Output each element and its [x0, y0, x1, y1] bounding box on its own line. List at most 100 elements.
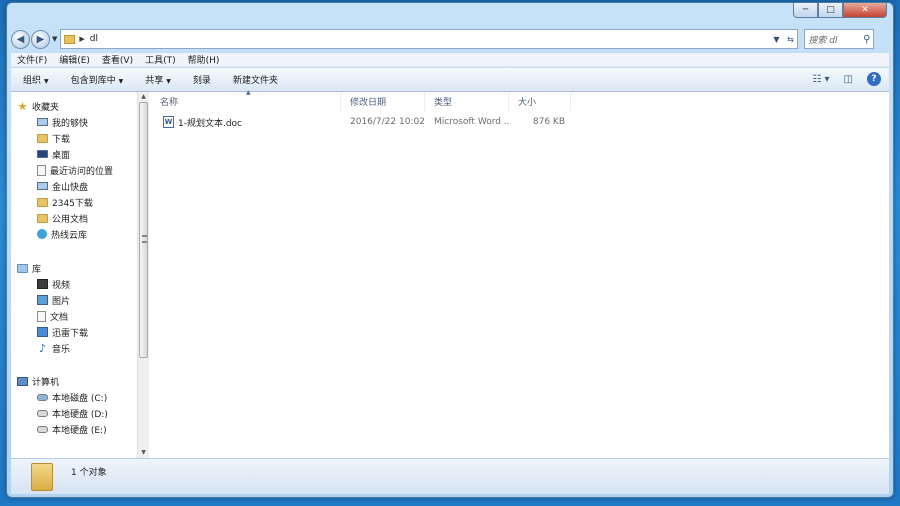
- recent-places-icon: [37, 164, 46, 176]
- nav-scrollbar[interactable]: ▲ ▼: [137, 92, 149, 458]
- menu-view[interactable]: 查看(V): [102, 53, 133, 66]
- nav-item-label: 文档: [50, 312, 69, 323]
- document-icon: [37, 310, 46, 322]
- video-icon: [37, 279, 48, 289]
- column-type[interactable]: 类型: [425, 92, 509, 111]
- nav-item-videos[interactable]: 视频: [11, 276, 88, 292]
- chevron-right-icon[interactable]: ▶: [79, 35, 84, 43]
- nav-item-drive-d[interactable]: 本地硬盘 (D:): [11, 405, 108, 421]
- folder-icon: [31, 462, 53, 491]
- nav-item-music[interactable]: ♪ 音乐: [11, 340, 88, 356]
- menu-bar: 文件(F) 编辑(E) 查看(V) 工具(T) 帮助(H): [11, 53, 889, 67]
- libraries-title: 库: [32, 264, 42, 275]
- column-headers: 名称 ▲ 修改日期 类型 大小: [151, 89, 571, 111]
- grip-icon: [142, 235, 147, 243]
- recent-pages-dropdown[interactable]: ▼: [52, 35, 57, 43]
- kuaipan-icon: [37, 182, 48, 190]
- share-label: 共享: [145, 76, 164, 86]
- burn-button[interactable]: 刻录: [193, 73, 211, 86]
- nav-item-label: 本地磁盘 (C:): [52, 393, 108, 404]
- include-in-library-label: 包含到库中: [70, 76, 116, 86]
- refresh-icon[interactable]: ⇆: [783, 35, 797, 44]
- maximize-button[interactable]: □: [818, 3, 843, 18]
- sort-ascending-icon: ▲: [246, 89, 251, 96]
- nav-item-documents[interactable]: 文档: [11, 308, 88, 324]
- new-folder-button[interactable]: 新建文件夹: [233, 73, 278, 86]
- favorites-title: 收藏夹: [32, 102, 60, 113]
- menu-edit[interactable]: 编辑(E): [59, 53, 90, 66]
- share-button[interactable]: 共享 ▼: [145, 73, 171, 86]
- search-placeholder[interactable]: 搜索 dl: [808, 33, 837, 46]
- nav-item-label: 2345下载: [52, 198, 93, 209]
- thunder-download-icon: [37, 327, 48, 337]
- chevron-down-icon[interactable]: ▼: [769, 35, 783, 44]
- nav-item-2345-downloads[interactable]: 2345下载: [11, 194, 113, 210]
- back-button[interactable]: ◀: [11, 29, 30, 49]
- organize-label: 组织: [23, 76, 42, 86]
- nav-item-label: 公用文档: [52, 214, 89, 225]
- folder-icon: [37, 213, 48, 223]
- minimize-button[interactable]: ─: [793, 3, 818, 18]
- scroll-up-icon[interactable]: ▲: [138, 92, 149, 102]
- nav-item-thunder-downloads[interactable]: 迅雷下载: [11, 324, 88, 340]
- file-list: 名称 ▲ 修改日期 类型 大小 W 1-规划文本.doc 2016/7/22 1…: [151, 89, 889, 458]
- nav-item-pictures[interactable]: 图片: [11, 292, 88, 308]
- library-icon: [17, 263, 28, 273]
- forward-button[interactable]: ▶: [31, 29, 50, 49]
- computer-header[interactable]: 计算机: [11, 373, 108, 389]
- libraries-header[interactable]: 库: [11, 260, 88, 276]
- drive-icon: [37, 409, 48, 417]
- nav-item-public-documents[interactable]: 公用文档: [11, 210, 113, 226]
- column-date[interactable]: 修改日期: [341, 92, 425, 111]
- item-count: 1 个对象: [71, 468, 107, 478]
- preview-pane-icon[interactable]: ◫: [844, 74, 853, 85]
- chevron-down-icon: ▼: [118, 78, 124, 85]
- address-bar[interactable]: ▶ dl ▼ ⇆: [60, 29, 799, 49]
- nav-item-kuaipan[interactable]: 金山快盘: [11, 178, 113, 194]
- file-name-cell[interactable]: W 1-规划文本.doc: [151, 116, 341, 129]
- nav-item-drive-c[interactable]: 本地磁盘 (C:): [11, 389, 108, 405]
- computer-group: 计算机 本地磁盘 (C:) 本地硬盘 (D:) 本地硬盘 (E:): [11, 373, 108, 437]
- nav-item-label: 迅雷下载: [52, 328, 89, 339]
- file-size: 876 KB: [532, 117, 565, 127]
- column-size[interactable]: 大小: [509, 92, 571, 111]
- command-bar: 组织 ▼ 包含到库中 ▼ 共享 ▼ 刻录 新建文件夹 ☷ ▾ ◫ ?: [11, 68, 889, 92]
- menu-tools[interactable]: 工具(T): [145, 53, 176, 66]
- computer-icon: [17, 376, 28, 386]
- include-in-library-button[interactable]: 包含到库中 ▼: [71, 73, 124, 86]
- chevron-down-icon: ▼: [166, 78, 171, 85]
- column-name[interactable]: 名称 ▲: [151, 89, 341, 111]
- view-controls: ☷ ▾ ◫ ?: [798, 72, 881, 86]
- picture-icon: [37, 295, 48, 305]
- cloud-icon: [37, 229, 47, 239]
- favorites-group: ★ 收藏夹 我的够快 下载 桌面 最近访问的位置 金山快盘 2345下载 公用文…: [11, 98, 113, 242]
- nav-item-desktop[interactable]: 桌面: [11, 146, 113, 162]
- file-name: 1-规划文本.doc: [178, 118, 243, 129]
- file-row[interactable]: W 1-规划文本.doc 2016/7/22 10:02 Microsoft W…: [151, 114, 571, 130]
- scroll-thumb[interactable]: [139, 102, 148, 358]
- nav-item-label: 音乐: [52, 344, 71, 355]
- nav-item-rexian-cloud[interactable]: 热线云库: [11, 226, 113, 242]
- search-icon[interactable]: ⚲: [863, 34, 870, 45]
- favorites-header[interactable]: ★ 收藏夹: [11, 98, 113, 114]
- search-input[interactable]: 搜索 dl ⚲: [804, 29, 875, 49]
- view-options-icon[interactable]: ☷ ▾: [812, 74, 829, 85]
- nav-item-label: 我的够快: [52, 118, 89, 129]
- nav-item-label: 下载: [52, 134, 71, 145]
- nav-item-wodegoukuai[interactable]: 我的够快: [11, 114, 113, 130]
- nav-item-label: 热线云库: [51, 230, 88, 241]
- nav-item-drive-e[interactable]: 本地硬盘 (E:): [11, 421, 108, 437]
- close-button[interactable]: ✕: [843, 3, 887, 18]
- nav-item-label: 图片: [52, 296, 71, 307]
- computer-title: 计算机: [32, 377, 60, 388]
- organize-button[interactable]: 组织 ▼: [23, 73, 49, 86]
- folder-icon: [64, 34, 76, 44]
- nav-item-recent-places[interactable]: 最近访问的位置: [11, 162, 113, 178]
- menu-file[interactable]: 文件(F): [17, 53, 47, 66]
- scroll-down-icon[interactable]: ▼: [138, 448, 149, 458]
- help-icon[interactable]: ?: [867, 72, 881, 86]
- menu-help[interactable]: 帮助(H): [188, 53, 220, 66]
- address-path[interactable]: dl: [90, 34, 770, 44]
- nav-item-downloads[interactable]: 下载: [11, 130, 113, 146]
- column-name-label: 名称: [160, 98, 179, 108]
